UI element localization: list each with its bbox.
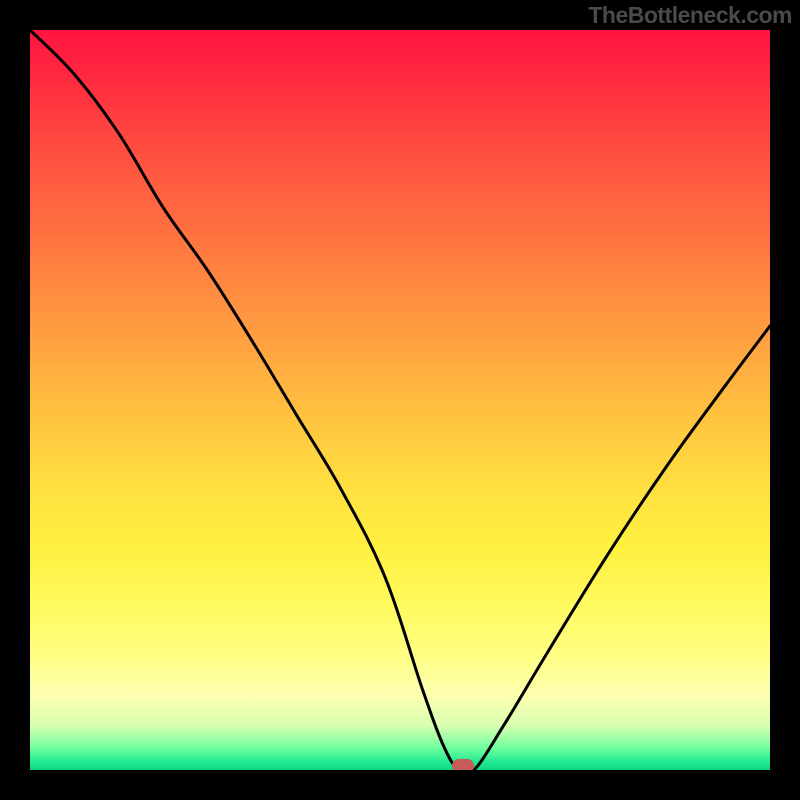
gradient-background — [30, 30, 770, 770]
plot-area — [30, 30, 770, 770]
optimum-marker — [452, 759, 474, 770]
attribution-text: TheBottleneck.com — [588, 2, 792, 29]
